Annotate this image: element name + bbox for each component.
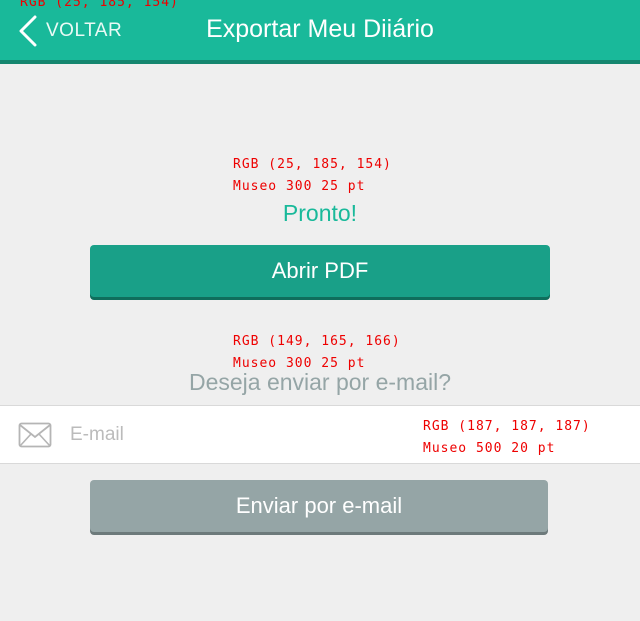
email-question: Deseja enviar por e-mail? [188,369,452,395]
email-input[interactable] [68,418,402,452]
question-color-annotation: RGB (149, 165, 166) [233,334,401,349]
ready-font-annotation: Museo 300 25 pt [233,179,366,194]
ready-message: Pronto! [282,200,358,226]
email-font-annotation: Museo 500 20 pt [423,441,556,456]
email-color-annotation: RGB (187, 187, 187) [423,419,591,434]
send-email-button[interactable]: Enviar por e-mail [90,480,548,532]
page-title: Exportar Meu Diiário [206,15,434,43]
open-pdf-button[interactable]: Abrir PDF [90,245,550,297]
header-color-annotation: RGB (25, 185, 154) [20,0,179,10]
email-field-row: RGB (187, 187, 187) Museo 500 20 pt [0,405,640,464]
envelope-icon [18,422,52,453]
ready-color-annotation: RGB (25, 185, 154) [233,157,392,172]
